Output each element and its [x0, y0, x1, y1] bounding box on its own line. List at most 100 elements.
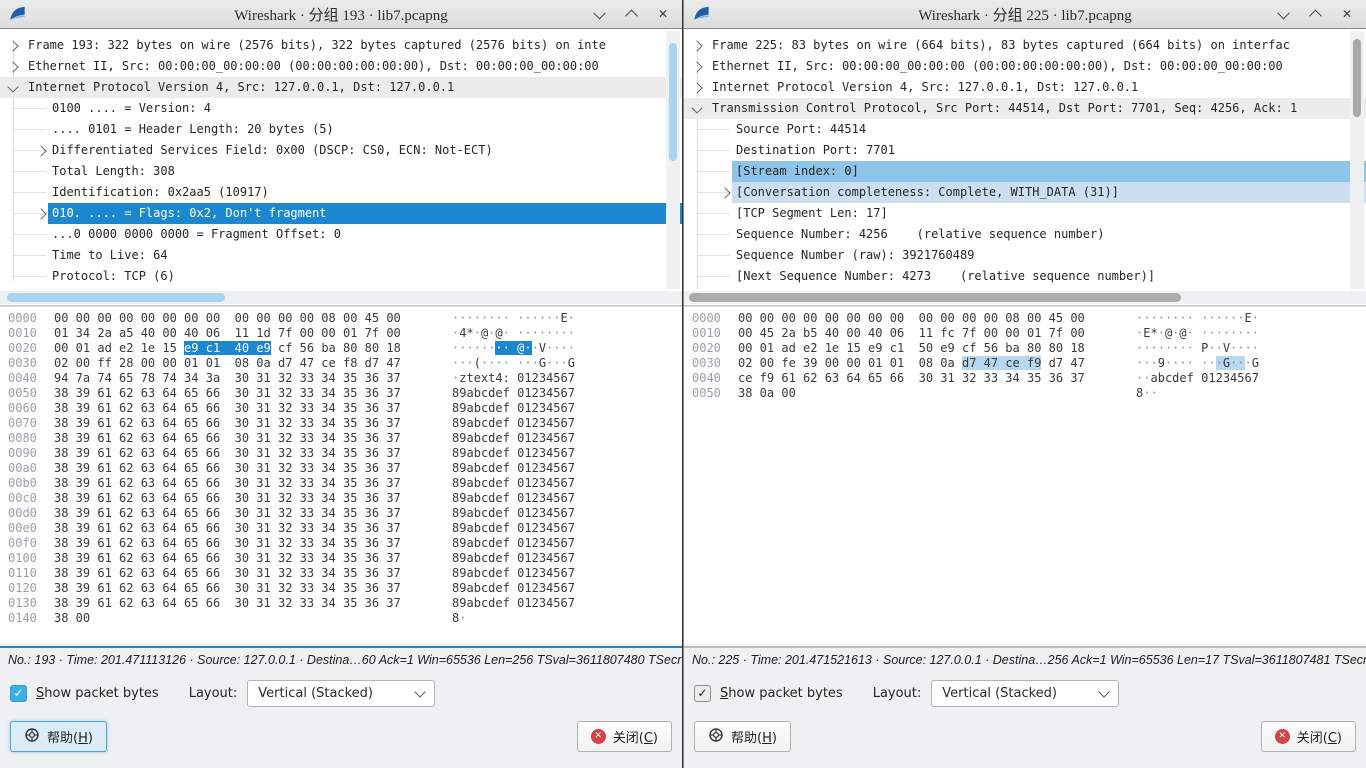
- ascii-bytes[interactable]: 89abcdef 01234567: [452, 416, 575, 430]
- hex-row[interactable]: 00b038 39 61 62 63 64 65 66 30 31 32 33 …: [0, 476, 682, 491]
- tree-row[interactable]: [Next Sequence Number: 4273 (relative se…: [684, 266, 1366, 287]
- tree-horizontal-scrollbar[interactable]: [0, 291, 682, 304]
- tree-row[interactable]: .... 0101 = Header Length: 20 bytes (5): [0, 119, 682, 140]
- hex-row[interactable]: 002000 01 ad e2 1e 15 e9 c1 50 e9 cf 56 …: [684, 341, 1366, 356]
- tree-row[interactable]: Sequence Number (raw): 3921760489: [684, 245, 1366, 266]
- show-packet-bytes-checkbox[interactable]: ✓: [10, 685, 27, 702]
- tree-row[interactable]: Internet Protocol Version 4, Src: 127.0.…: [0, 77, 682, 98]
- ascii-bytes[interactable]: 89abcdef 01234567: [452, 506, 575, 520]
- hex-row[interactable]: 008038 39 61 62 63 64 65 66 30 31 32 33 …: [0, 431, 682, 446]
- tree-row[interactable]: [TCP Segment Len: 17]: [684, 203, 1366, 224]
- tree-row[interactable]: Source Port: 44514: [684, 119, 1366, 140]
- hex-row[interactable]: 009038 39 61 62 63 64 65 66 30 31 32 33 …: [0, 446, 682, 461]
- hex-bytes[interactable]: 38 39 61 62 63 64 65 66 30 31 32 33 34 3…: [54, 401, 426, 416]
- tree-row[interactable]: Differentiated Services Field: 0x00 (DSC…: [0, 140, 682, 161]
- tree-row[interactable]: [Conversation completeness: Complete, WI…: [684, 182, 1366, 203]
- hex-row[interactable]: 00c038 39 61 62 63 64 65 66 30 31 32 33 …: [0, 491, 682, 506]
- hex-bytes[interactable]: 38 39 61 62 63 64 65 66 30 31 32 33 34 3…: [54, 506, 426, 521]
- hex-row[interactable]: 013038 39 61 62 63 64 65 66 30 31 32 33 …: [0, 596, 682, 611]
- ascii-bytes[interactable]: 89abcdef 01234567: [452, 566, 575, 580]
- expand-arrow-icon[interactable]: [35, 208, 46, 219]
- hex-bytes[interactable]: 00 00 00 00 00 00 00 00 00 00 00 00 08 0…: [738, 311, 1110, 326]
- hex-bytes[interactable]: 38 39 61 62 63 64 65 66 30 31 32 33 34 3…: [54, 566, 426, 581]
- minimize-button[interactable]: [592, 7, 606, 21]
- ascii-bytes[interactable]: ·ztext4: 01234567: [452, 371, 575, 385]
- hex-bytes[interactable]: 38 39 61 62 63 64 65 66 30 31 32 33 34 3…: [54, 536, 426, 551]
- hex-row[interactable]: 0040ce f9 61 62 63 64 65 66 30 31 32 33 …: [684, 371, 1366, 386]
- title-bar[interactable]: Wireshark · 分组 225 · lib7.pcapng ✕: [684, 0, 1366, 29]
- hex-row[interactable]: 002000 01 ad e2 1e 15 e9 c1 40 e9 cf 56 …: [0, 341, 682, 356]
- minimize-button[interactable]: [1276, 7, 1290, 21]
- hex-bytes[interactable]: 38 0a 00: [738, 386, 1110, 401]
- hex-row[interactable]: 00d038 39 61 62 63 64 65 66 30 31 32 33 …: [0, 506, 682, 521]
- hex-row[interactable]: 00e038 39 61 62 63 64 65 66 30 31 32 33 …: [0, 521, 682, 536]
- ascii-bytes[interactable]: ·E*·@·@· ········: [1136, 326, 1259, 340]
- hex-bytes[interactable]: 38 39 61 62 63 64 65 66 30 31 32 33 34 3…: [54, 461, 426, 476]
- ascii-bytes[interactable]: 89abcdef 01234567: [452, 401, 575, 415]
- ascii-bytes[interactable]: 89abcdef 01234567: [452, 581, 575, 595]
- tree-row[interactable]: Identification: 0x2aa5 (10917): [0, 182, 682, 203]
- show-packet-bytes-label[interactable]: Show packet bytes: [36, 686, 159, 701]
- ascii-bytes[interactable]: ···9···· ···G···G: [1136, 356, 1259, 370]
- hex-bytes[interactable]: 38 39 61 62 63 64 65 66 30 31 32 33 34 3…: [54, 476, 426, 491]
- hex-bytes[interactable]: 02 00 fe 39 00 00 01 01 08 0a d7 47 ce f…: [738, 356, 1110, 371]
- close-window-button[interactable]: ✕: [1340, 7, 1354, 21]
- ascii-bytes[interactable]: 89abcdef 01234567: [452, 461, 575, 475]
- layout-dropdown[interactable]: Vertical (Stacked): [931, 680, 1119, 707]
- layout-dropdown[interactable]: Vertical (Stacked): [247, 680, 435, 707]
- ascii-bytes[interactable]: 8··: [1136, 386, 1158, 400]
- show-packet-bytes-label[interactable]: Show packet bytes: [720, 686, 843, 701]
- hex-bytes[interactable]: 00 01 ad e2 1e 15 e9 c1 50 e9 cf 56 ba 8…: [738, 341, 1110, 356]
- ascii-bytes[interactable]: ········ ······E·: [452, 311, 575, 325]
- hex-row[interactable]: 000000 00 00 00 00 00 00 00 00 00 00 00 …: [684, 311, 1366, 326]
- hex-bytes[interactable]: 38 39 61 62 63 64 65 66 30 31 32 33 34 3…: [54, 551, 426, 566]
- close-dialog-button[interactable]: ✕ 关闭(C): [577, 721, 672, 752]
- hex-row[interactable]: 004094 7a 74 65 78 74 34 3a 30 31 32 33 …: [0, 371, 682, 386]
- hex-row[interactable]: 005038 39 61 62 63 64 65 66 30 31 32 33 …: [0, 386, 682, 401]
- hex-bytes[interactable]: 00 00 00 00 00 00 00 00 00 00 00 00 08 0…: [54, 311, 426, 326]
- tree-row[interactable]: Frame 225: 83 bytes on wire (664 bits), …: [684, 35, 1366, 56]
- scrollbar-thumb[interactable]: [1353, 39, 1361, 117]
- help-button[interactable]: 帮助(H): [10, 721, 107, 752]
- tree-row[interactable]: Total Length: 308: [0, 161, 682, 182]
- hex-bytes[interactable]: 02 00 ff 28 00 00 01 01 08 0a d7 47 ce f…: [54, 356, 426, 371]
- tree-row[interactable]: Frame 193: 322 bytes on wire (2576 bits)…: [0, 35, 682, 56]
- scrollbar-thumb[interactable]: [689, 293, 1181, 302]
- ascii-bytes[interactable]: 89abcdef 01234567: [452, 596, 575, 610]
- ascii-bytes[interactable]: ········ @··V····: [452, 341, 575, 355]
- ascii-bytes[interactable]: 89abcdef 01234567: [452, 431, 575, 445]
- scrollbar-thumb[interactable]: [669, 43, 677, 161]
- tree-row[interactable]: Ethernet II, Src: 00:00:00_00:00:00 (00:…: [0, 56, 682, 77]
- expand-arrow-icon[interactable]: [7, 40, 18, 51]
- hex-bytes[interactable]: 38 00: [54, 611, 426, 626]
- maximize-button[interactable]: [1308, 7, 1322, 21]
- tree-row[interactable]: Sequence Number: 4256 (relative sequence…: [684, 224, 1366, 245]
- close-dialog-button[interactable]: ✕ 关闭(C): [1261, 721, 1356, 752]
- hex-bytes[interactable]: 38 39 61 62 63 64 65 66 30 31 32 33 34 3…: [54, 521, 426, 536]
- ascii-bytes[interactable]: 89abcdef 01234567: [452, 476, 575, 490]
- ascii-bytes[interactable]: ········ P··V····: [1136, 341, 1259, 355]
- hex-row[interactable]: 00a038 39 61 62 63 64 65 66 30 31 32 33 …: [0, 461, 682, 476]
- tree-row[interactable]: ...0 0000 0000 0000 = Fragment Offset: 0: [0, 224, 682, 245]
- hex-bytes[interactable]: 38 39 61 62 63 64 65 66 30 31 32 33 34 3…: [54, 386, 426, 401]
- hex-row[interactable]: 006038 39 61 62 63 64 65 66 30 31 32 33 …: [0, 401, 682, 416]
- ascii-bytes[interactable]: 89abcdef 01234567: [452, 551, 575, 565]
- hex-bytes[interactable]: 38 39 61 62 63 64 65 66 30 31 32 33 34 3…: [54, 581, 426, 596]
- ascii-bytes[interactable]: 89abcdef 01234567: [452, 386, 575, 400]
- ascii-bytes[interactable]: 89abcdef 01234567: [452, 536, 575, 550]
- hex-bytes[interactable]: 38 39 61 62 63 64 65 66 30 31 32 33 34 3…: [54, 596, 426, 611]
- hex-bytes[interactable]: 38 39 61 62 63 64 65 66 30 31 32 33 34 3…: [54, 446, 426, 461]
- tree-row[interactable]: 0100 .... = Version: 4: [0, 98, 682, 119]
- hex-row[interactable]: 001000 45 2a b5 40 00 40 06 11 fc 7f 00 …: [684, 326, 1366, 341]
- ascii-bytes[interactable]: 89abcdef 01234567: [452, 521, 575, 535]
- expand-arrow-icon[interactable]: [35, 145, 46, 156]
- hex-bytes[interactable]: 00 01 ad e2 1e 15 e9 c1 40 e9 cf 56 ba 8…: [54, 341, 426, 356]
- tree-row[interactable]: Destination Port: 7701: [684, 140, 1366, 161]
- expand-arrow-icon[interactable]: [719, 187, 730, 198]
- ascii-bytes[interactable]: ·4*·@·@· ········: [452, 326, 575, 340]
- hex-bytes[interactable]: 01 34 2a a5 40 00 40 06 11 1d 7f 00 00 0…: [54, 326, 426, 341]
- expand-arrow-icon[interactable]: [691, 61, 702, 72]
- hex-selected-bytes[interactable]: e9 c1 40 e9: [184, 341, 271, 355]
- ascii-bytes[interactable]: 8·: [452, 611, 466, 625]
- scrollbar-thumb[interactable]: [7, 293, 225, 302]
